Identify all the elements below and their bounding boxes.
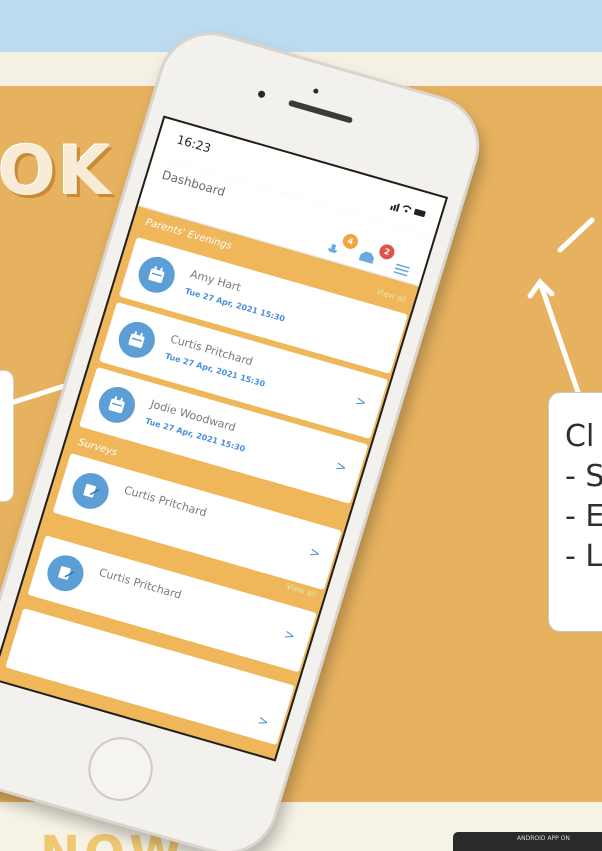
calendar-icon <box>94 382 140 428</box>
front-camera-icon <box>257 89 266 99</box>
calendar-icon <box>114 317 160 363</box>
chevron-right-icon: > <box>281 627 297 645</box>
section-title-surveys: Surveys <box>76 436 119 459</box>
list-item-name: Curtis Pritchard <box>122 483 209 520</box>
inbox-icon[interactable] <box>356 247 377 270</box>
status-time: 16:23 <box>175 132 213 156</box>
callout-line: Cl <box>565 419 595 454</box>
right-callout-box: Cl - S - E - L <box>548 392 602 632</box>
arrow-right <box>537 279 583 401</box>
chevron-right-icon: > <box>307 544 323 563</box>
callout-line: - E <box>565 499 602 534</box>
home-button[interactable] <box>80 729 161 809</box>
callout-line: - L <box>565 539 602 574</box>
chevron-right-icon: > <box>353 393 369 412</box>
sensor-icon <box>312 87 319 95</box>
header-actions: 4 2 <box>323 232 418 284</box>
survey-edit-icon <box>68 468 114 514</box>
list-item-name: Curtis Pritchard <box>97 565 184 602</box>
calendar-icon <box>134 252 180 298</box>
callout-line: - S <box>565 459 602 494</box>
chevron-right-icon: > <box>255 713 271 731</box>
menu-icon[interactable] <box>392 260 411 282</box>
view-all-parents-evenings[interactable]: View all <box>375 287 407 304</box>
survey-edit-icon <box>42 551 89 596</box>
notification-badge-red: 2 <box>377 242 397 262</box>
chevron-right-icon: > <box>333 458 349 477</box>
earpiece-speaker <box>287 99 354 124</box>
notification-badge-orange: 4 <box>340 232 360 251</box>
ship-icon[interactable] <box>323 238 342 260</box>
